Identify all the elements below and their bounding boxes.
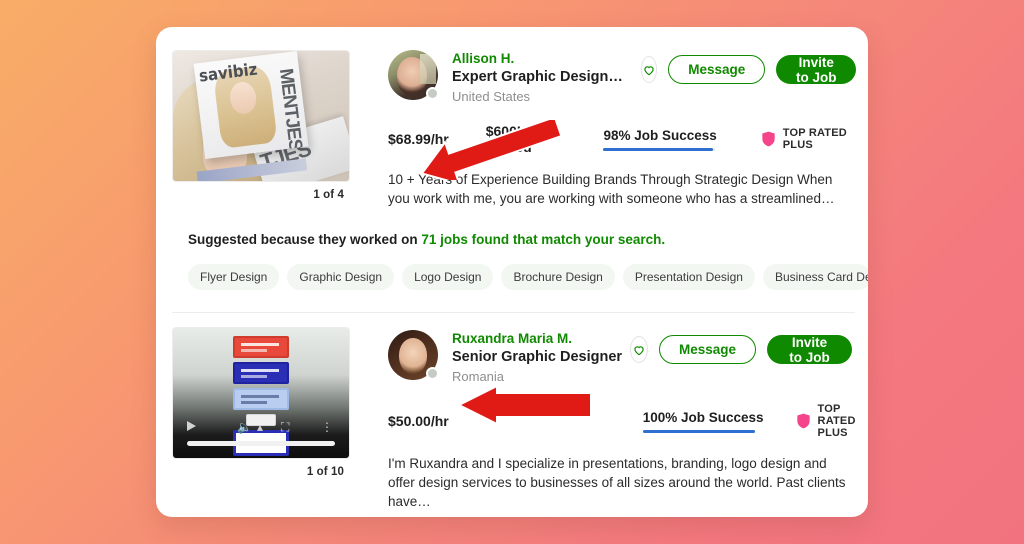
volume-icon[interactable]: 🔈 <box>237 420 252 434</box>
freelancer-info-1: Allison H. Expert Graphic Design… United… <box>388 50 857 208</box>
video-seek-bar[interactable] <box>187 441 335 446</box>
job-success-2: 100% Job Success <box>642 409 764 433</box>
freelancer-title-2: Senior Graphic Designer <box>452 349 623 365</box>
thumbnail-counter-1: 1 of 4 <box>313 189 344 201</box>
hourly-rate-1: $68.99/hr <box>388 131 449 147</box>
message-button-1[interactable]: Message <box>668 55 766 84</box>
portfolio-image-magazine[interactable]: TJES savibiz MENTJES <box>172 50 350 182</box>
job-success-bar-1 <box>603 147 716 151</box>
skill-tag[interactable]: Flyer Design <box>188 264 280 290</box>
fullscreen-icon[interactable]: ⛶ <box>281 420 289 435</box>
message-button-2[interactable]: Message <box>659 335 757 364</box>
online-status-dot <box>426 367 439 380</box>
freelancer-location-2: Romania <box>452 369 505 384</box>
heart-icon <box>644 65 654 75</box>
invite-to-job-button-2[interactable]: Invite to Job <box>767 335 852 365</box>
freelancer-name-1[interactable]: Allison H. <box>452 50 623 67</box>
suggested-prefix: Suggested because they worked on <box>188 232 422 247</box>
skill-tag[interactable]: Brochure Design <box>501 264 615 290</box>
freelancer-title-1: Expert Graphic Design… <box>452 69 623 85</box>
top-rated-plus-badge-2: TOP RATED PLUS <box>796 403 856 439</box>
freelancer-location-1: United States <box>452 89 531 104</box>
portfolio-thumbnail-1[interactable]: TJES savibiz MENTJES 1 of 4 <box>172 50 350 201</box>
identity-block-1: Allison H. Expert Graphic Design… United… <box>452 50 623 105</box>
shield-icon <box>762 131 775 147</box>
freelancer-description-1: 10 + Years of Experience Building Brands… <box>388 172 835 206</box>
action-buttons-1: Message Invite to Job <box>640 55 857 85</box>
play-icon[interactable] <box>187 421 196 431</box>
card-divider <box>172 312 855 313</box>
freelancer-header-2: Ruxandra Maria M. Senior Graphic Designe… <box>388 330 852 385</box>
skill-tag[interactable]: Logo Design <box>402 264 494 290</box>
video-controls-bar[interactable]: 🔈 ▴ ⛶ ⋮ <box>173 416 349 458</box>
top-rated-plus-label-2: TOP RATED PLUS <box>817 403 856 439</box>
job-success-label-2: 100% Job Success <box>642 409 764 425</box>
freelancer-header-1: Allison H. Expert Graphic Design… United… <box>388 50 857 105</box>
freelancer-name-2[interactable]: Ruxandra Maria M. <box>452 330 622 347</box>
stats-row-2: $50.00/hr 100% Job Success TOP RATED PLU… <box>388 403 855 439</box>
heart-icon <box>634 345 644 355</box>
avatar-2[interactable] <box>388 330 439 380</box>
save-heart-button-1[interactable] <box>640 56 658 83</box>
save-heart-button-2[interactable] <box>630 336 649 363</box>
freelancer-info-2: Ruxandra Maria M. Senior Graphic Designe… <box>388 330 855 511</box>
freelancer-description-2: I'm Ruxandra and I specialize in present… <box>388 456 846 509</box>
skill-tags-1: Flyer Design Graphic Design Logo Design … <box>188 264 868 290</box>
more-options-icon[interactable]: ⋮ <box>321 420 333 434</box>
action-buttons-2: Message Invite to Job <box>630 335 852 365</box>
identity-block-2: Ruxandra Maria M. Senior Graphic Designe… <box>452 330 622 385</box>
invite-to-job-button-1[interactable]: Invite to Job <box>776 55 857 85</box>
results-card: TJES savibiz MENTJES 1 of 4 Allison H. E… <box>156 27 868 517</box>
stats-row-1: $68.99/hr $600K+ earned 98% Job Success … <box>388 123 852 155</box>
job-success-1: 98% Job Success <box>603 127 717 151</box>
top-rated-plus-label-1: TOP RATED PLUS <box>782 127 847 151</box>
avatar-1[interactable] <box>388 50 439 100</box>
portfolio-video-player[interactable]: 🔈 ▴ ⛶ ⋮ <box>172 327 350 459</box>
total-earned-1: $600K+ earned <box>485 123 536 155</box>
magazine-vertical-text: MENTJES <box>274 67 306 152</box>
job-success-bar-2 <box>642 429 755 433</box>
job-success-label-1: 98% Job Success <box>603 127 717 143</box>
suggested-jobs-link[interactable]: 71 jobs found that match your search. <box>421 232 665 247</box>
suggested-reason-1: Suggested because they worked on 71 jobs… <box>188 232 665 247</box>
video-player-art: 🔈 ▴ ⛶ ⋮ <box>173 328 349 458</box>
shield-icon <box>796 413 810 429</box>
skill-tag[interactable]: Presentation Design <box>622 264 755 290</box>
volume-level-icon: ▴ <box>257 420 264 434</box>
thumbnail-counter-2: 1 of 10 <box>306 466 344 478</box>
online-status-dot <box>426 87 439 100</box>
skill-tag[interactable]: Business Card Design <box>762 264 868 290</box>
magazine-photo-art: TJES savibiz MENTJES <box>173 51 349 181</box>
skill-tag[interactable]: Graphic Design <box>287 264 395 290</box>
top-rated-plus-badge-1: TOP RATED PLUS <box>761 127 852 151</box>
hourly-rate-2: $50.00/hr <box>388 413 449 429</box>
portfolio-thumbnail-2[interactable]: 🔈 ▴ ⛶ ⋮ 1 of 10 <box>172 327 350 478</box>
